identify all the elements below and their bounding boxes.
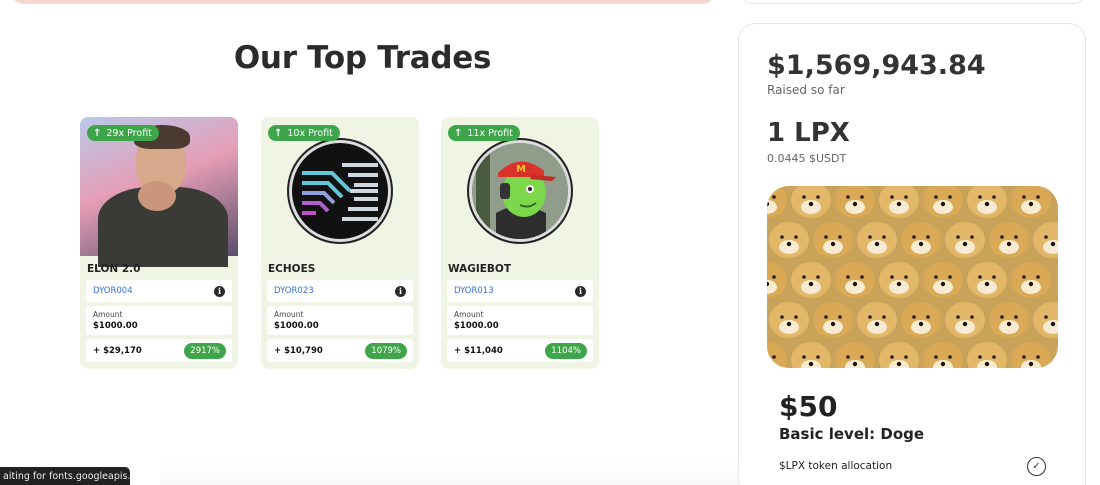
- amount-value: $1000.00: [454, 321, 499, 331]
- top-banner-edge: [10, 0, 716, 4]
- profit-badge: ↑ 29x Profit: [87, 125, 159, 141]
- arrow-up-icon: ↑: [454, 127, 463, 139]
- profit-badge: ↑ 11x Profit: [448, 125, 520, 141]
- trade-code-row: DYOR004 i: [86, 280, 232, 302]
- echoes-logo-icon: [289, 139, 391, 242]
- tier-name: Basic level: Doge: [779, 425, 925, 443]
- amount-value: $1000.00: [274, 321, 319, 331]
- token-name: 1 LPX: [767, 118, 850, 148]
- trade-name: WAGIEBOT: [448, 263, 512, 275]
- gain-value: + $11,040: [454, 345, 503, 356]
- amount-value: $1000.00: [93, 321, 138, 331]
- percent-badge: 2917%: [184, 342, 226, 359]
- gain-row: + $11,040 1104%: [447, 339, 593, 362]
- trade-card[interactable]: M ↑ 11x Profit WAGIEBOT DYOR013 i Amount…: [441, 117, 599, 369]
- profit-badge: ↑ 10x Profit: [268, 125, 340, 141]
- tier-price: $50: [779, 390, 838, 423]
- check-circle-icon: ✓: [1027, 457, 1046, 476]
- amount-label: Amount: [454, 310, 484, 319]
- feature-label: $LPX token allocation: [779, 460, 893, 472]
- gain-value: + $10,790: [274, 345, 323, 356]
- trade-image: ↑ 10x Profit: [261, 117, 419, 256]
- trade-card[interactable]: ↑ 10x Profit ECHOES DYOR023 i Amount $10…: [261, 117, 419, 369]
- section-title: Our Top Trades: [233, 40, 492, 76]
- browser-status-bar: aiting for fonts.googleapis....: [0, 467, 130, 485]
- amount-row: Amount $1000.00: [86, 306, 232, 335]
- trade-code-link[interactable]: DYOR013: [454, 286, 494, 296]
- top-right-panel-edge: [742, 0, 1084, 4]
- percent-badge: 1079%: [365, 342, 407, 359]
- info-icon[interactable]: i: [214, 285, 225, 297]
- gain-value: + $29,170: [93, 345, 142, 356]
- trade-name: ECHOES: [268, 263, 316, 275]
- amount-row: Amount $1000.00: [447, 306, 593, 335]
- raised-label: Raised so far: [767, 83, 845, 97]
- trade-image: M ↑ 11x Profit: [441, 117, 599, 256]
- presale-panel: $1,569,943.84 Raised so far 1 LPX 0.0445…: [738, 23, 1086, 485]
- percent-badge: 1104%: [545, 342, 587, 359]
- wagiebot-avatar-icon: M: [469, 139, 571, 242]
- arrow-up-icon: ↑: [93, 127, 102, 139]
- svg-text:M: M: [516, 164, 526, 175]
- trade-image: ↑ 29x Profit: [80, 117, 238, 267]
- raised-amount: $1,569,943.84: [767, 50, 986, 81]
- gain-row: + $29,170 2917%: [86, 339, 232, 362]
- amount-label: Amount: [274, 310, 304, 319]
- arrow-up-icon: ↑: [274, 127, 283, 139]
- amount-row: Amount $1000.00: [267, 306, 413, 335]
- amount-label: Amount: [93, 310, 123, 319]
- trade-card[interactable]: ↑ 29x Profit ELON 2.0 DYOR004 i Amount $…: [80, 117, 238, 369]
- trade-name: ELON 2.0: [87, 263, 141, 275]
- token-price: 0.0445 $USDT: [767, 152, 847, 165]
- trade-code-row: DYOR023 i: [267, 280, 413, 302]
- info-icon[interactable]: i: [395, 285, 406, 297]
- trade-code-link[interactable]: DYOR023: [274, 286, 314, 296]
- gain-row: + $10,790 1079%: [267, 339, 413, 362]
- section-fade: [160, 458, 740, 485]
- trade-code-row: DYOR013 i: [447, 280, 593, 302]
- trade-code-link[interactable]: DYOR004: [93, 286, 133, 296]
- doge-tier-image: [767, 186, 1058, 368]
- info-icon[interactable]: i: [575, 285, 586, 297]
